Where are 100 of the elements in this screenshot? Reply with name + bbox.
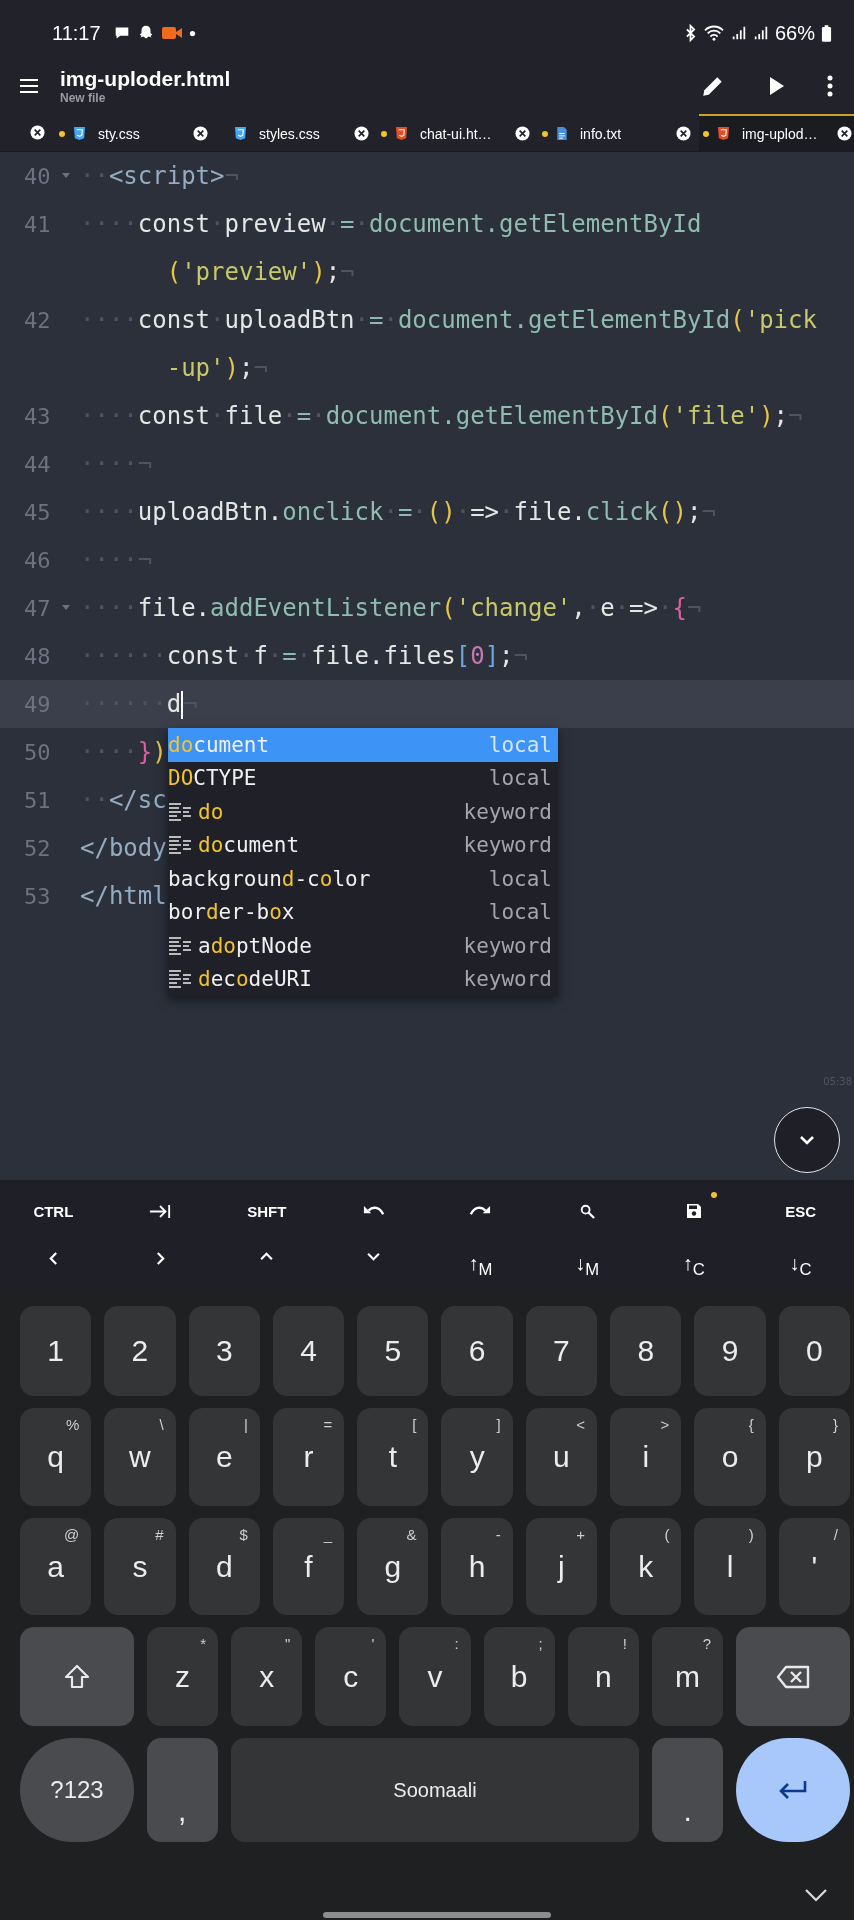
- toolbar-key[interactable]: ESC: [747, 1180, 854, 1242]
- suggestion-item[interactable]: document keyword: [168, 828, 558, 862]
- keyboard-key[interactable]: 0: [778, 1306, 850, 1396]
- line-number: 51: [24, 787, 51, 813]
- keyboard-key[interactable]: 1: [20, 1306, 92, 1396]
- keyboard-key[interactable]: t [: [357, 1408, 429, 1506]
- file-tab[interactable]: info.txt: [538, 114, 699, 151]
- keyboard-key[interactable]: v :: [399, 1627, 471, 1726]
- suggestion-type: keyword: [463, 933, 552, 958]
- shield-icon: [395, 126, 408, 141]
- chevron-right-icon: [155, 1252, 165, 1265]
- suggestion-label: background-color: [168, 866, 372, 891]
- toolbar-key[interactable]: CTRL: [0, 1180, 107, 1242]
- close-icon[interactable]: [30, 125, 45, 140]
- suggestion-item[interactable]: decodeURI keyword: [168, 962, 558, 996]
- keyboard-key[interactable]: e |: [188, 1408, 260, 1506]
- enter-icon: [778, 1780, 808, 1800]
- suggestion-item[interactable]: background-color local: [168, 862, 558, 896]
- line-number: 45: [24, 499, 51, 525]
- comma-key[interactable]: ,: [147, 1738, 218, 1842]
- keyboard-key[interactable]: c ': [315, 1627, 387, 1726]
- toolbar-key[interactable]: ↓$_{M}$: [533, 1242, 641, 1290]
- backspace-key[interactable]: [736, 1627, 850, 1726]
- code-line: ····const·file·=·document.getElementById('file');¬: [80, 402, 803, 430]
- fold-caret-icon[interactable]: [62, 605, 70, 611]
- keyboard-key[interactable]: k (: [610, 1518, 682, 1615]
- keyboard-key[interactable]: 9: [694, 1306, 766, 1396]
- battery-percent: 66%: [774, 21, 815, 45]
- file-subtitle: New file: [60, 91, 107, 105]
- suggestion-type: local: [488, 766, 552, 791]
- keyboard-key[interactable]: f _: [272, 1518, 345, 1615]
- suggestion-label: do: [198, 799, 225, 824]
- keyboard-key[interactable]: n !: [567, 1627, 639, 1726]
- code-line: ······d¬: [80, 689, 198, 719]
- keyboard-key[interactable]: b ;: [483, 1627, 555, 1726]
- keyboard-key[interactable]: 7: [525, 1306, 598, 1396]
- keyboard-key[interactable]: d $: [188, 1518, 260, 1615]
- document-icon: [556, 126, 568, 141]
- line-number: 53: [24, 883, 51, 909]
- keyboard-key[interactable]: u <: [525, 1408, 598, 1506]
- code-line: ····const·uploadBtn·=·document.getElementById('pick: [80, 306, 817, 334]
- suggestion-label: adoptNode: [198, 933, 313, 958]
- more-icon[interactable]: [826, 74, 834, 98]
- keyboard-key[interactable]: 6: [441, 1306, 513, 1396]
- chevron-left-icon: [48, 1252, 58, 1265]
- keyboard-key[interactable]: ' /: [778, 1518, 850, 1615]
- code-line: ··</sc: [80, 786, 167, 814]
- toolbar-key[interactable]: ↑$_{C}$: [640, 1242, 748, 1290]
- keyboard-key[interactable]: 2: [104, 1306, 176, 1396]
- keyboard-key[interactable]: r =: [272, 1408, 345, 1506]
- keyboard-key[interactable]: h -: [441, 1518, 513, 1615]
- keyboard-key[interactable]: l ): [694, 1518, 766, 1615]
- keyboard-key[interactable]: s #: [104, 1518, 176, 1615]
- keyboard-key[interactable]: j +: [525, 1518, 598, 1615]
- suggestion-type: local: [488, 866, 552, 891]
- keyboard-key[interactable]: 5: [357, 1306, 429, 1396]
- keyboard-key[interactable]: z *: [147, 1627, 219, 1726]
- navigation-handle[interactable]: [323, 1912, 551, 1918]
- keyboard-key[interactable]: 8: [610, 1306, 682, 1396]
- close-icon[interactable]: [193, 126, 208, 141]
- keyboard-key[interactable]: x ": [231, 1627, 303, 1726]
- unsaved-dot-icon: [542, 130, 548, 137]
- space-key[interactable]: Soomaali: [230, 1738, 640, 1842]
- toolbar-key[interactable]: ↓$_{C}$: [747, 1242, 854, 1290]
- keyboard-key[interactable]: i >: [610, 1408, 682, 1506]
- suggestion-item[interactable]: DOCTYPE local: [168, 761, 558, 795]
- suggestion-item[interactable]: adoptNode keyword: [168, 929, 558, 963]
- code-line: ····}): [80, 738, 167, 766]
- keyboard-key[interactable]: 4: [272, 1306, 345, 1396]
- suggestion-item[interactable]: do keyword: [168, 795, 558, 829]
- fold-caret-icon[interactable]: [62, 173, 70, 179]
- suggestion-item[interactable]: border-box local: [168, 895, 558, 929]
- keyboard-key[interactable]: g &: [357, 1518, 429, 1615]
- tab-icon: [149, 1203, 172, 1219]
- keyboard-key[interactable]: p }: [778, 1408, 850, 1506]
- symbols-key[interactable]: ?123: [20, 1738, 134, 1842]
- battery-icon: [821, 23, 832, 43]
- keyboard-key[interactable]: o {: [694, 1408, 766, 1506]
- suggestion-label: DOCTYPE: [168, 766, 258, 791]
- search-icon: [579, 1203, 595, 1219]
- line-number: 43: [24, 403, 51, 429]
- file-tab[interactable]: chat-ui.ht…: [377, 114, 538, 151]
- keyboard-key[interactable]: q %: [20, 1408, 92, 1506]
- close-icon[interactable]: [837, 126, 852, 141]
- file-tab[interactable]: styles.css: [216, 114, 377, 151]
- toolbar-key[interactable]: SHFT: [213, 1180, 321, 1242]
- keyboard-key[interactable]: y ]: [441, 1408, 513, 1506]
- keyboard-key[interactable]: 3: [188, 1306, 260, 1396]
- period-key[interactable]: .: [652, 1738, 723, 1842]
- close-icon[interactable]: [515, 126, 530, 141]
- keyboard-key[interactable]: w \: [104, 1408, 176, 1506]
- dot-icon: [188, 29, 196, 37]
- close-icon[interactable]: [676, 126, 691, 141]
- keyboard-key[interactable]: m ?: [651, 1627, 723, 1726]
- chevron-down-icon[interactable]: [804, 1888, 828, 1902]
- file-tab[interactable]: img-uplod…: [699, 114, 854, 151]
- file-tab[interactable]: sty.css: [55, 114, 216, 151]
- keyboard-key[interactable]: a @: [20, 1518, 92, 1615]
- toolbar-key[interactable]: ↑$_{M}$: [427, 1242, 534, 1290]
- close-icon[interactable]: [354, 126, 369, 141]
